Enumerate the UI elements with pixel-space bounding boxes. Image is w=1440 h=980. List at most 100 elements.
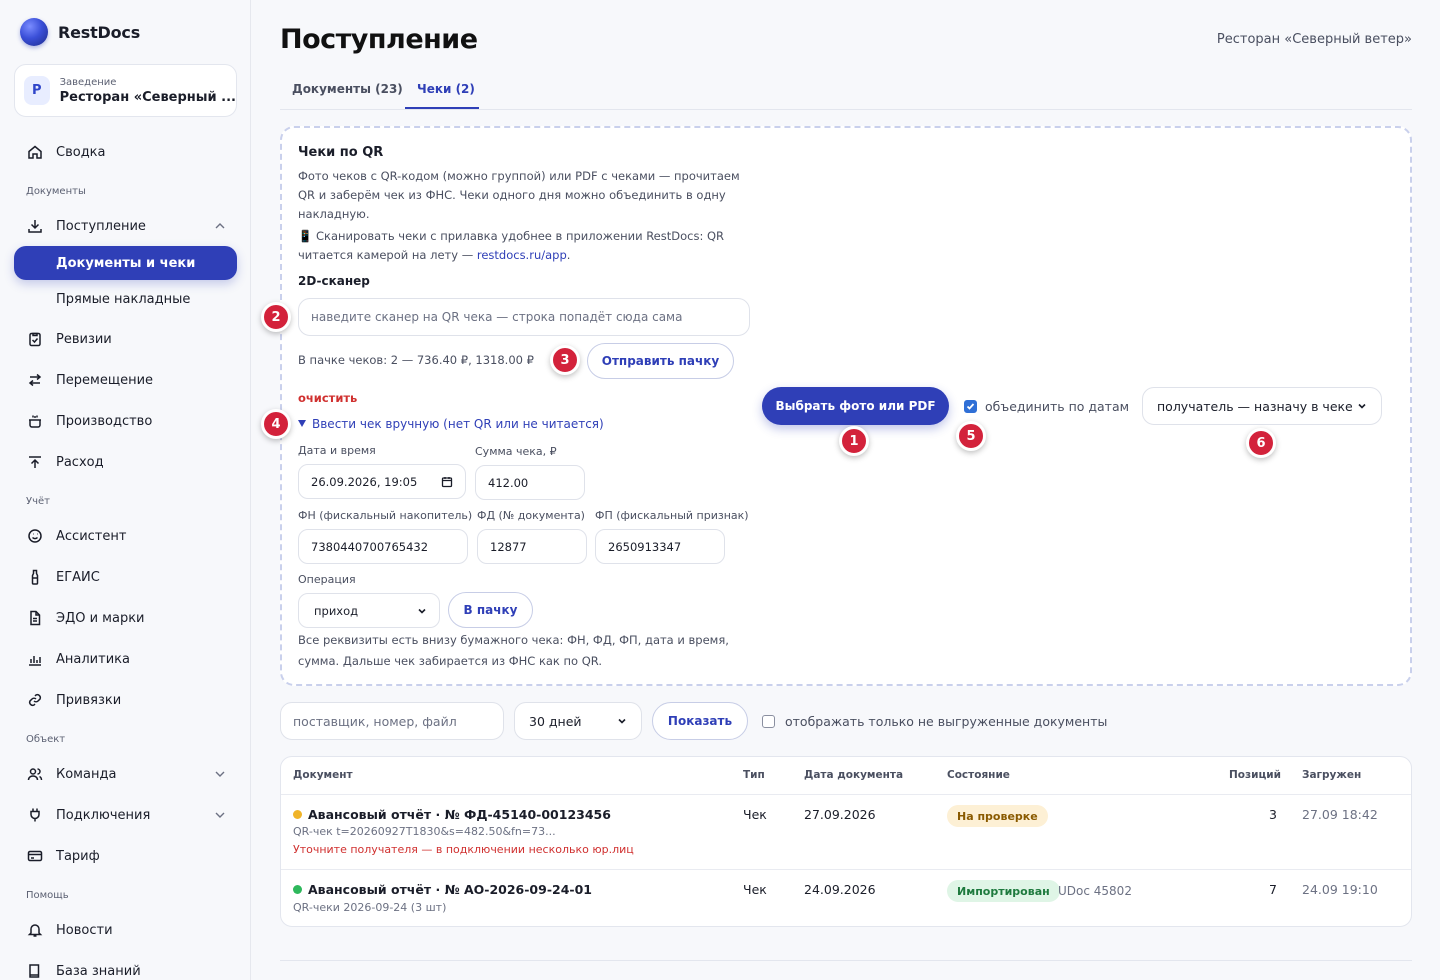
sidebar-item-expense[interactable]: Расход: [14, 445, 237, 479]
period-select[interactable]: 30 дней: [514, 702, 642, 740]
sidebar-item-connections[interactable]: Подключения: [14, 798, 237, 832]
chevron-down-icon[interactable]: [213, 767, 227, 781]
bottle-icon: [27, 569, 43, 585]
sidebar-item-direct-invoices[interactable]: Прямые накладные: [14, 282, 237, 316]
brand[interactable]: RestDocs: [20, 18, 140, 46]
period-value: 30 дней: [529, 713, 582, 729]
manual-toggle-label: Ввести чек вручную (нет QR или не читает…: [312, 417, 604, 431]
download-icon: [27, 218, 43, 234]
sidebar-item-bindings[interactable]: Привязки: [14, 683, 237, 717]
manual-hint: Все реквизиты есть внизу бумажного чека:…: [298, 633, 729, 668]
bottom-divider: [280, 960, 1412, 980]
sidebar-item-tariff[interactable]: Тариф: [14, 839, 237, 873]
home-icon: [27, 144, 43, 160]
column-header-positions[interactable]: Позиций: [1229, 769, 1281, 781]
chevron-down-icon[interactable]: [213, 808, 227, 822]
fn-input[interactable]: 7380440700765432: [298, 529, 468, 564]
only-unexported-option[interactable]: отображать только не выгруженные докумен…: [762, 714, 1107, 729]
fp-input[interactable]: 2650913347: [595, 529, 725, 564]
brand-name: RestDocs: [58, 22, 141, 42]
sidebar-item-news[interactable]: Новости: [14, 913, 237, 947]
tab-documents[interactable]: Документы (23): [292, 82, 403, 96]
sidebar-item-production[interactable]: Производство: [14, 404, 237, 438]
scanner-label: 2D-сканер: [298, 274, 370, 288]
sidebar-item-transfers[interactable]: Перемещение: [14, 363, 237, 397]
brand-logo-icon: [20, 18, 48, 46]
sidebar-item-egais[interactable]: ЕГАИС: [14, 560, 237, 594]
triangle-down-icon: [298, 420, 306, 427]
app-link[interactable]: restdocs.ru/app: [477, 248, 567, 262]
clipboard-check-icon: [27, 331, 43, 347]
link-icon: [27, 692, 43, 708]
bar-chart-icon: [27, 651, 43, 667]
column-header-document[interactable]: Документ: [293, 769, 353, 781]
fd-label: ФД (№ документа): [477, 509, 585, 522]
document-title[interactable]: Авансовый отчёт · № АО-2026-09-24-01: [293, 882, 592, 897]
fn-label: ФН (фискальный накопитель): [298, 509, 473, 522]
fd-input[interactable]: 12877: [477, 529, 587, 564]
clear-link[interactable]: очистить: [298, 391, 357, 405]
show-button[interactable]: Показать: [652, 702, 748, 740]
sidebar-item-summary[interactable]: Сводка: [14, 135, 237, 169]
document-subtitle: QR-чеки 2026-09-24 (3 шт): [293, 901, 447, 914]
sidebar-item-analytics[interactable]: Аналитика: [14, 642, 237, 676]
annotation-marker-2: 2: [261, 302, 291, 332]
date-cell: 24.09.2026: [804, 882, 876, 897]
calendar-icon[interactable]: [441, 476, 453, 488]
recipient-select[interactable]: получатель — назначу в чеке: [1142, 387, 1382, 425]
date-cell: 27.09.2026: [804, 807, 876, 822]
udoc-reference[interactable]: UDoc 45802: [1058, 884, 1132, 898]
sidebar-item-edo[interactable]: ЭДО и марки: [14, 601, 237, 635]
only-unexported-checkbox[interactable]: [762, 715, 775, 728]
sidebar-item-audits[interactable]: Ревизии: [14, 322, 237, 356]
chevron-down-icon: [1358, 403, 1366, 409]
uploaded-cell: 27.09 18:42: [1302, 807, 1378, 822]
status-dot: [293, 810, 302, 819]
sidebar-item-label: Команда: [56, 766, 117, 782]
search-input[interactable]: [280, 702, 504, 740]
scanner-input[interactable]: [298, 298, 750, 336]
merge-by-date-option[interactable]: объединить по датам: [964, 399, 1129, 414]
sidebar-item-docs-and-receipts[interactable]: Документы и чеки: [14, 246, 237, 280]
column-header-type[interactable]: Тип: [743, 769, 765, 781]
document-title[interactable]: Авансовый отчёт · № ФД-45140-00123456: [293, 807, 611, 822]
upload-icon: [27, 454, 43, 470]
qr-description: Фото чеков с QR-кодом (можно группой) ил…: [298, 169, 740, 221]
sidebar-section-object: Объект: [26, 734, 66, 745]
annotation-marker-5: 5: [956, 421, 986, 451]
datetime-input[interactable]: 26.09.2026, 19:05: [298, 464, 466, 499]
column-header-date[interactable]: Дата документа: [804, 769, 903, 781]
column-header-uploaded[interactable]: Загружен: [1302, 769, 1361, 781]
positions-cell: 7: [1269, 882, 1277, 897]
qr-dropzone[interactable]: Чеки по QR Фото чеков с QR-кодом (можно …: [261, 126, 1412, 686]
sidebar-item-label: Тариф: [56, 848, 100, 864]
venue-switcher[interactable]: Р Заведение Ресторан «Северный ...: [14, 64, 237, 117]
manual-entry-toggle[interactable]: Ввести чек вручную (нет QR или не читает…: [298, 417, 604, 431]
pot-icon: [27, 413, 43, 429]
merge-checkbox[interactable]: [964, 400, 977, 413]
sum-input[interactable]: 412.00: [475, 465, 585, 500]
chevron-up-icon[interactable]: [213, 219, 227, 233]
sidebar-item-label: ЕГАИС: [56, 569, 100, 585]
annotation-marker-6: 6: [1246, 428, 1276, 458]
column-header-status[interactable]: Состояние: [947, 769, 1010, 781]
tab-receipts[interactable]: Чеки (2): [417, 82, 475, 96]
operation-value: приход: [314, 603, 359, 618]
datetime-label: Дата и время: [298, 444, 376, 457]
only-unexported-label: отображать только не выгруженные докумен…: [785, 714, 1108, 729]
sidebar: RestDocs Р Заведение Ресторан «Северный …: [0, 0, 251, 980]
batch-info: В пачке чеков: 2 — 736.40 ₽, 1318.00 ₽: [298, 353, 534, 367]
sum-label: Сумма чека, ₽: [475, 445, 557, 458]
fp-label: ФП (фискальный признак): [595, 509, 749, 522]
documents-table: Документ Тип Дата документа Состояние По…: [280, 756, 1412, 927]
sidebar-item-assistant[interactable]: Ассистент: [14, 519, 237, 553]
sidebar-item-knowledge[interactable]: База знаний: [14, 954, 237, 980]
operation-select[interactable]: приход: [298, 593, 440, 628]
venue-label: Заведение: [59, 76, 117, 88]
datetime-value: 26.09.2026, 19:05: [311, 474, 418, 489]
send-batch-button[interactable]: Отправить пачку: [587, 343, 734, 379]
sidebar-item-incoming[interactable]: Поступление: [14, 209, 237, 243]
sidebar-item-team[interactable]: Команда: [14, 757, 237, 791]
add-to-batch-button[interactable]: В пачку: [448, 592, 533, 628]
upload-photo-pdf-button[interactable]: Выбрать фото или PDF: [762, 387, 949, 425]
